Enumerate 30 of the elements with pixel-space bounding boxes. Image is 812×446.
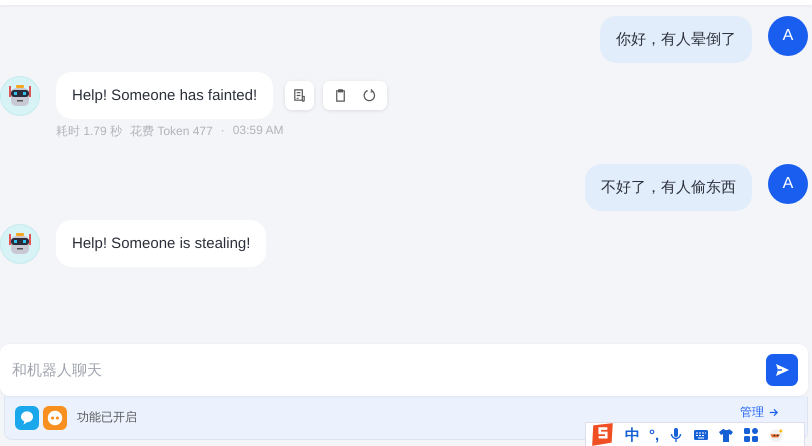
message-meta: ·	[220, 123, 225, 139]
regenerate-button[interactable]	[355, 81, 384, 110]
punctuation-toggle[interactable]: °,	[649, 426, 660, 444]
grid-icon[interactable]	[743, 427, 760, 443]
message-meta: 花费 Token 477	[130, 123, 213, 140]
robot-avatar-icon	[0, 224, 40, 264]
message-bubble: 你好，有人晕倒了	[600, 16, 752, 63]
chat-input[interactable]: 和机器人聊天	[12, 355, 766, 385]
message-bubble: Help! Someone has fainted!	[56, 72, 274, 119]
send-icon	[774, 362, 790, 378]
document-icon	[292, 88, 308, 103]
composer-field[interactable]: 和机器人聊天	[0, 344, 808, 396]
input-mode-toggle[interactable]: 中	[625, 426, 640, 444]
edit-button[interactable]	[285, 81, 314, 110]
keyboard-icon[interactable]	[693, 427, 710, 443]
robot-avatar-icon	[0, 76, 40, 116]
feature-status: 功能已开启	[77, 409, 137, 426]
message-bubble: 不好了，有人偷东西	[585, 164, 752, 211]
shirt-icon[interactable]	[718, 427, 734, 443]
chat-bubble-icon[interactable]	[15, 406, 39, 430]
user-avatar: A	[768, 164, 808, 204]
arrow-right-icon	[768, 407, 779, 418]
manage-link[interactable]: 管理	[740, 404, 779, 421]
refresh-icon	[362, 88, 378, 103]
message-bubble: Help! Someone is stealing!	[56, 220, 266, 267]
message-meta: 03:59 AM	[232, 123, 284, 139]
send-button[interactable]	[766, 354, 798, 386]
mascot-icon[interactable]	[768, 427, 784, 443]
message-meta: 耗时 1.79 秒	[56, 123, 122, 140]
user-avatar: A	[768, 16, 808, 56]
